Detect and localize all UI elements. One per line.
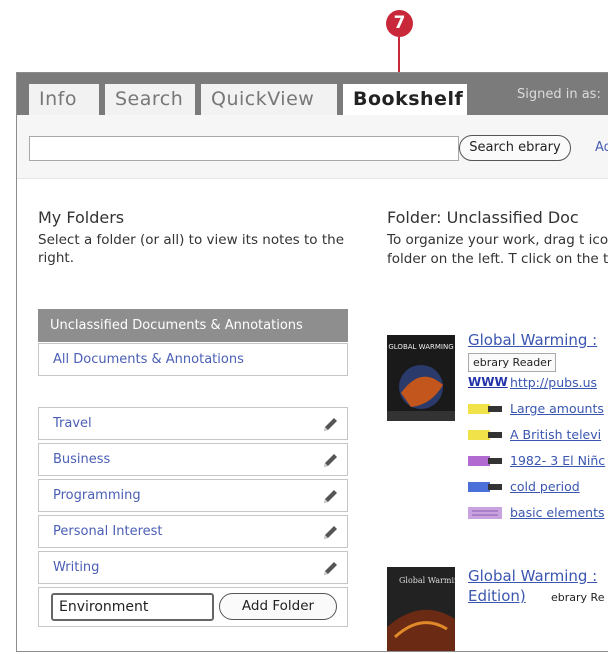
tab-quickview[interactable]: QuickView: [201, 84, 337, 115]
note-link[interactable]: Large amounts: [510, 401, 604, 416]
note-link[interactable]: basic elements: [510, 505, 604, 520]
folder-item-travel[interactable]: Travel: [38, 407, 348, 440]
my-folders-heading: My Folders: [38, 208, 125, 227]
pencil-icon[interactable]: [321, 488, 339, 506]
www-icon: WWW: [468, 375, 508, 389]
new-folder-input[interactable]: Environment: [51, 593, 214, 621]
purple-highlight-icon: [468, 456, 502, 466]
pencil-icon[interactable]: [321, 560, 339, 578]
tab-search[interactable]: Search: [105, 84, 195, 115]
folder-label: Programming: [53, 488, 141, 503]
document-title-link-line2[interactable]: Edition): [468, 587, 526, 605]
tab-bookshelf[interactable]: Bookshelf: [343, 84, 467, 115]
folder-label: Business: [53, 452, 111, 467]
folder-label: Personal Interest: [53, 524, 163, 539]
ebrary-reader-button[interactable]: ebrary Re: [547, 589, 608, 606]
folder-item-writing[interactable]: Writing: [38, 551, 348, 584]
ebrary-reader-button[interactable]: ebrary Reader: [468, 353, 557, 372]
blue-highlight-icon: [468, 482, 502, 492]
callout-number-badge: 7: [386, 10, 413, 37]
yellow-highlight-icon: [468, 404, 502, 414]
book-cover-image[interactable]: GLOBAL WARMING: [387, 335, 455, 421]
tab-info[interactable]: Info: [29, 84, 99, 115]
folder-item-business[interactable]: Business: [38, 443, 348, 476]
folder-item-personal-interest[interactable]: Personal Interest: [38, 515, 348, 548]
note-link[interactable]: http://pubs.us: [510, 375, 597, 390]
tab-bar: Info Search QuickView Bookshelf Signed i…: [17, 73, 608, 115]
my-folders-description: Select a folder (or all) to view its not…: [38, 232, 345, 266]
folder-item-programming[interactable]: Programming: [38, 479, 348, 512]
search-input[interactable]: [29, 136, 459, 161]
book-cover-image[interactable]: Global Warming: [387, 567, 455, 652]
search-bar: Search ebrary Ad: [17, 115, 608, 179]
note-icon: [468, 507, 502, 519]
ebrary-window: Info Search QuickView Bookshelf Signed i…: [16, 72, 608, 652]
pencil-icon[interactable]: [321, 452, 339, 470]
new-folder-row: Environment Add Folder: [38, 587, 348, 627]
note-link[interactable]: 1982- 3 El Niñc: [510, 453, 605, 468]
signed-in-label: Signed in as:: [517, 87, 601, 102]
folder-all-documents[interactable]: All Documents & Annotations: [38, 343, 348, 376]
folder-heading: Folder: Unclassified Doc: [387, 208, 579, 227]
document-title-link[interactable]: Global Warming :: [468, 331, 597, 349]
cover-text: Global Warming: [399, 576, 455, 585]
callout-line: [398, 37, 400, 72]
add-folder-button[interactable]: Add Folder: [219, 593, 337, 620]
document-title-link[interactable]: Global Warming :: [468, 567, 597, 585]
search-ebrary-button[interactable]: Search ebrary: [459, 135, 571, 161]
folder-description: To organize your work, drag t icon to a …: [387, 232, 608, 267]
advanced-search-link[interactable]: Ad: [595, 140, 608, 155]
pencil-icon[interactable]: [321, 524, 339, 542]
folder-label: Writing: [53, 560, 100, 575]
cover-text: GLOBAL WARMING: [388, 343, 453, 351]
pencil-icon[interactable]: [321, 416, 339, 434]
note-link[interactable]: cold period: [510, 479, 580, 494]
folder-label: Travel: [53, 416, 92, 431]
note-link[interactable]: A British televi: [510, 427, 601, 442]
yellow-highlight-icon: [468, 430, 502, 440]
folder-unclassified[interactable]: Unclassified Documents & Annotations: [38, 309, 348, 342]
